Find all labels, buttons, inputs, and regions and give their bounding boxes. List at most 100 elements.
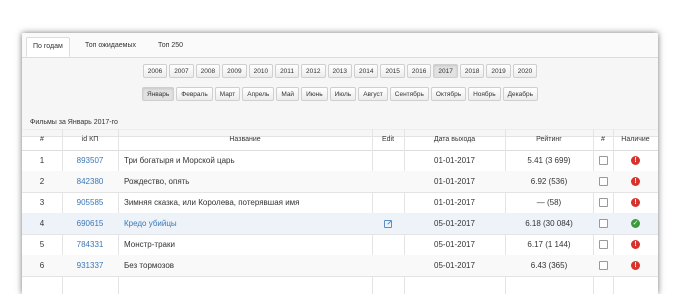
film-title: Рождество, опять	[124, 177, 190, 186]
table-row: 2 842380 Рождество, опять 01-01-2017 6.92 (5…	[22, 171, 658, 193]
films-panel: По годам Топ ожидаемых Топ 250 2006 2007 2…	[22, 33, 658, 294]
availability-cell: !	[613, 234, 658, 255]
checkbox-cell	[593, 150, 613, 171]
rating-value: 6.17 (1 144)	[527, 240, 571, 249]
row-number: 6	[39, 261, 45, 270]
table-row: 3 905585 Зимняя сказка, или Королева, поте…	[22, 192, 658, 214]
col-edit-header: Edit	[381, 136, 395, 143]
release-date: 05-01-2017	[434, 219, 475, 228]
film-title: Без тормозов	[124, 261, 175, 270]
tab-top-250[interactable]: Топ 250	[152, 37, 189, 57]
year-button-2018[interactable]: 2018	[459, 64, 485, 78]
availability-cell: !	[613, 171, 658, 192]
year-button-2013[interactable]: 2013	[327, 64, 352, 78]
row-checkbox[interactable]	[598, 240, 608, 250]
row-number: 2	[39, 177, 45, 186]
month-button[interactable]: Декабрь	[502, 87, 538, 101]
kp-id-link[interactable]: 931337	[62, 255, 118, 276]
year-button-2011[interactable]: 2011	[275, 64, 300, 78]
col-rating-header[interactable]: Рейтинг	[505, 130, 593, 150]
year-button-2008[interactable]: 2008	[195, 64, 221, 78]
col-id-header[interactable]: id КП	[62, 130, 118, 150]
year-button-2014[interactable]: 2014	[353, 64, 379, 78]
month-button[interactable]: Август	[358, 87, 388, 101]
kp-id-link[interactable]: 784331	[62, 234, 118, 255]
year-button-2020[interactable]: 2020	[512, 64, 538, 78]
checkbox-cell	[593, 234, 613, 255]
row-number: 3	[39, 198, 45, 207]
release-date: 05-01-2017	[434, 240, 475, 249]
release-date: 01-01-2017	[434, 198, 475, 207]
table-caption: Фильмы за Январь 2017-го	[30, 119, 118, 126]
year-button-2017[interactable]: 2017	[433, 64, 458, 78]
rating-value: 6.43 (365)	[530, 261, 568, 270]
rating-value: 5.41 (3 699)	[527, 156, 571, 165]
month-buttons: Январь Февраль Март Апрель Май Июнь Июль Август…	[22, 87, 658, 101]
row-number: 1	[39, 156, 45, 165]
release-date: 01-01-2017	[434, 156, 475, 165]
release-date: 05-01-2017	[434, 261, 475, 270]
row-checkbox[interactable]	[598, 177, 608, 187]
kp-id-link[interactable]: 905585	[62, 192, 118, 213]
availability-cell: ✓	[613, 213, 658, 234]
edit-cell	[372, 150, 404, 171]
row-number: 4	[39, 219, 45, 228]
exclamation-circle-icon: !	[631, 261, 640, 271]
month-button[interactable]: Май	[276, 87, 300, 101]
release-date: 01-01-2017	[434, 177, 475, 186]
row-checkbox[interactable]	[598, 156, 608, 166]
month-button[interactable]: Ноябрь	[468, 87, 501, 101]
year-button-2010[interactable]: 2010	[248, 64, 274, 78]
edit-cell	[372, 255, 404, 276]
kp-id-link[interactable]: 893507	[62, 150, 118, 171]
availability-cell: !	[613, 255, 658, 276]
table-row: 4 690615 Кредо убийцы 05-01-2017 6.18 (30 08…	[22, 213, 658, 235]
year-button-2009[interactable]: 2009	[222, 64, 247, 78]
year-button-2006[interactable]: 2006	[142, 64, 168, 78]
month-button[interactable]: Январь	[142, 87, 175, 101]
month-button[interactable]: Октябрь	[430, 87, 467, 101]
edit-cell	[372, 213, 404, 234]
edit-cell	[372, 171, 404, 192]
table-row: 1 893507 Три богатыря и Морской царь 01-01-…	[22, 150, 658, 172]
exclamation-circle-icon: !	[631, 198, 640, 208]
rating-value: 6.18 (30 084)	[525, 219, 573, 228]
availability-cell: !	[613, 150, 658, 171]
col-availability-header: Наличие	[621, 136, 650, 143]
row-checkbox[interactable]	[598, 261, 608, 271]
col-title-header[interactable]: Название	[118, 130, 372, 150]
col-number-header: #	[40, 136, 44, 143]
row-number: 5	[39, 240, 45, 249]
exclamation-circle-icon: !	[631, 177, 640, 187]
kp-id-link[interactable]: 842380	[62, 171, 118, 192]
kp-id-link[interactable]: 690615	[62, 213, 118, 234]
tab-bar: По годам Топ ожидаемых Топ 250	[22, 33, 658, 58]
film-title: Монстр-траки	[124, 240, 175, 249]
film-title[interactable]: Кредо убийцы	[124, 213, 372, 234]
month-button[interactable]: Апрель	[242, 87, 275, 101]
checkbox-cell	[593, 255, 613, 276]
month-button[interactable]: Февраль	[176, 87, 213, 101]
year-button-2016[interactable]: 2016	[406, 64, 432, 78]
year-button-2019[interactable]: 2019	[486, 64, 511, 78]
month-button[interactable]: Июль	[329, 87, 357, 101]
row-checkbox[interactable]	[598, 198, 608, 208]
col-date-header[interactable]: Дата выхода	[404, 130, 505, 150]
checkbox-cell	[593, 213, 613, 234]
checkbox-cell	[593, 171, 613, 192]
year-button-2012[interactable]: 2012	[301, 64, 326, 78]
tab-by-year[interactable]: По годам	[26, 37, 70, 57]
month-button[interactable]: Сентябрь	[389, 87, 429, 101]
month-button[interactable]: Март	[214, 87, 241, 101]
year-buttons: 2006 2007 2008 2009 2010 2011 2012 2013 2014 2015…	[22, 64, 658, 78]
tab-top-expected[interactable]: Топ ожидаемых	[79, 37, 142, 57]
col-check-header: #	[601, 136, 605, 143]
year-button-2007[interactable]: 2007	[169, 64, 194, 78]
year-button-2015[interactable]: 2015	[380, 64, 405, 78]
exclamation-circle-icon: !	[631, 156, 640, 166]
table-row: 5 784331 Монстр-траки 05-01-2017 6.17 (1 144…	[22, 234, 658, 256]
month-button[interactable]: Июнь	[301, 87, 328, 101]
row-checkbox[interactable]	[598, 219, 608, 229]
edit-icon[interactable]	[384, 219, 392, 228]
checkbox-cell	[593, 192, 613, 213]
